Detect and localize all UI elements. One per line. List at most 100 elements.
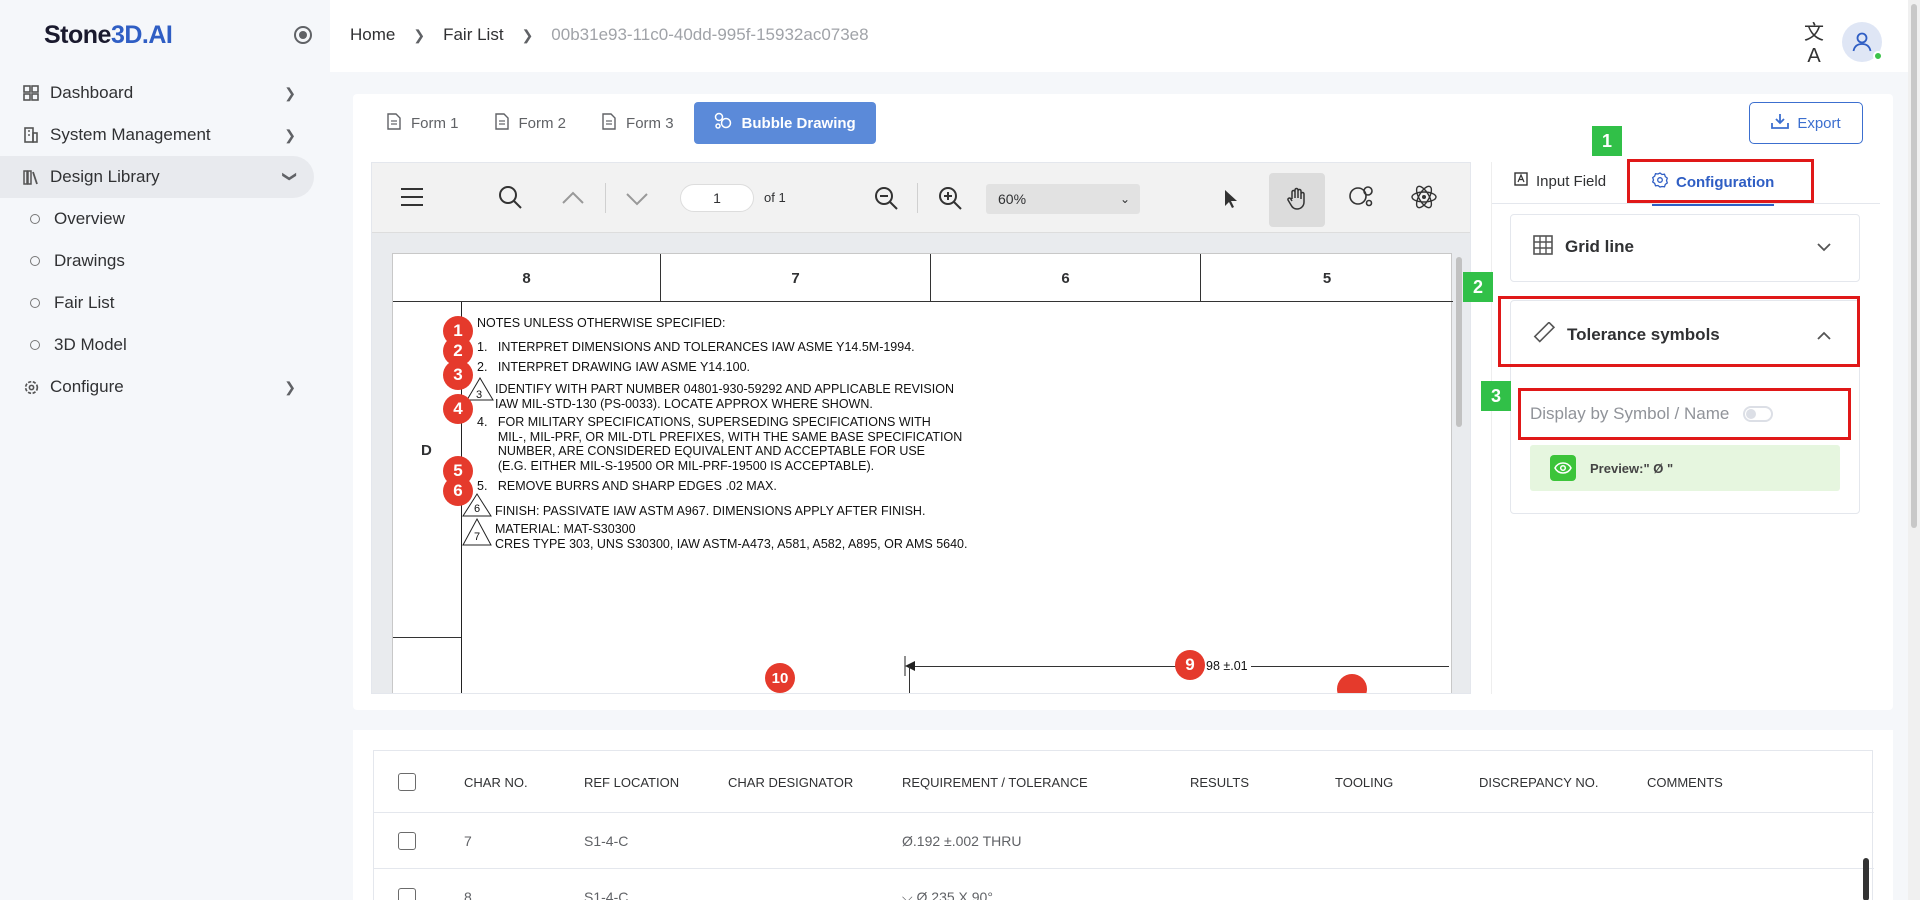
menu-icon[interactable] [400,187,424,207]
bubbles-icon [714,112,732,134]
sidebar-sub-fair-list[interactable]: Fair List [0,282,330,324]
document-icon [602,112,616,134]
chevron-down-icon[interactable] [626,193,648,206]
viewer-scrollbar[interactable] [1456,239,1464,693]
app-logo[interactable]: Stone 3D.AI [44,20,173,50]
sidebar-item-design-library[interactable]: Design Library ❯ [0,156,314,198]
column-header[interactable]: DISCREPANCY NO. [1479,775,1598,790]
row-checkbox[interactable] [398,832,416,850]
collapse-sidebar-icon[interactable] [294,26,312,44]
sidebar-item-system-management[interactable]: System Management ❯ [0,114,314,156]
column-header[interactable]: RESULTS [1190,775,1249,790]
top-header: Home ❯ Fair List ❯ 00b31e93-11c0-40dd-99… [330,0,1920,72]
chevron-right-icon: ❯ [284,85,296,101]
translate-icon[interactable]: 文A [1800,16,1828,68]
tab-label: Form 1 [411,114,459,132]
sidebar: Stone 3D.AI Dashboard ❯ System Management… [0,0,330,900]
zoom-out-icon[interactable] [874,186,898,210]
column-header[interactable]: CHAR DESIGNATOR [728,775,853,790]
grid-line-section[interactable]: Grid line [1510,214,1860,282]
characteristics-table-card: CHAR NO. REF LOCATION CHAR DESIGNATOR RE… [353,730,1893,900]
bubble-marker[interactable]: 4 [443,394,473,424]
chevron-up-icon[interactable] [562,191,584,204]
page-scrollbar[interactable] [1908,0,1920,900]
user-icon [1852,32,1872,52]
note-1: 1. INTERPRET DIMENSIONS AND TOLERANCES I… [477,340,915,354]
highlight-tolerance-symbols [1498,296,1860,367]
page-number-input[interactable]: 1 [680,184,754,212]
viewer-scrollbar-thumb[interactable] [1456,257,1462,427]
gear-icon [22,378,40,396]
header-actions: 文A [1800,16,1883,68]
row-checkbox[interactable] [398,888,416,900]
breadcrumb-fair-list[interactable]: Fair List [443,25,503,45]
tab-label: Form 2 [518,114,567,132]
cell-requirement: Ø.192 ±.002 THRU [902,833,1022,849]
note-2: 2. INTERPRET DRAWING IAW ASME Y14.100. [477,360,750,374]
note-7-number: 7 [474,531,481,543]
bubble-marker[interactable] [1337,674,1367,693]
note-7: MATERIAL: MAT-S30300 CRES TYPE 303, UNS … [495,522,968,551]
breadcrumb-current: 00b31e93-11c0-40dd-995f-15932ac073e8 [551,25,869,44]
online-status-dot [1873,51,1883,61]
sidebar-item-label: Configure [50,377,124,396]
bubble-marker[interactable]: 10 [765,663,795,693]
atom-icon[interactable] [1410,183,1438,211]
form-tabs: Form 1 Form 2 Form 3 Bubble Drawing [371,102,880,144]
table-row[interactable]: 8 S1-4-C ⌵ Ø.235 X 90° [374,869,1874,900]
zone-label: 8 [393,254,661,302]
tab-form-2[interactable]: Form 2 [479,102,583,144]
zoom-select[interactable]: 60% ⌄ [986,184,1140,214]
document-icon [387,112,401,134]
characteristics-table: CHAR NO. REF LOCATION CHAR DESIGNATOR RE… [373,750,1874,900]
sidebar-item-dashboard[interactable]: Dashboard ❯ [0,72,314,114]
column-header[interactable]: CHAR NO. [464,775,528,790]
select-all-checkbox[interactable] [398,773,416,791]
table-scrollbar-thumb[interactable] [1863,858,1869,900]
bubbles-icon[interactable] [1348,185,1374,209]
logo-text-part1: Stone [44,20,111,49]
breadcrumb-home[interactable]: Home [350,25,395,45]
grid-line-header[interactable]: Grid line [1511,215,1859,279]
toolbar-divider [917,183,918,213]
export-label: Export [1797,114,1841,132]
page-scrollbar-thumb[interactable] [1911,4,1917,528]
sidebar-sub-label: Drawings [54,251,125,270]
dimension-arrow-icon [904,656,915,676]
building-icon [22,126,40,144]
column-header[interactable]: COMMENTS [1647,775,1723,790]
pointer-icon[interactable] [1224,189,1238,209]
sidebar-item-configure[interactable]: Configure ❯ [0,366,314,408]
sidebar-sub-drawings[interactable]: Drawings [0,240,330,282]
bubble-marker[interactable]: 3 [443,360,473,390]
cell-char-no: 7 [464,833,472,849]
tab-label: Form 3 [626,114,674,132]
breadcrumb: Home ❯ Fair List ❯ 00b31e93-11c0-40dd-99… [350,25,869,45]
tab-form-1[interactable]: Form 1 [371,102,475,144]
sidebar-sub-3d-model[interactable]: 3D Model [0,324,330,366]
column-header[interactable]: TOOLING [1335,775,1393,790]
sidebar-sub-label: 3D Model [54,335,127,354]
avatar[interactable] [1842,22,1883,62]
preview-box: Preview:" Ø " [1530,445,1840,491]
note-3: IDENTIFY WITH PART NUMBER 04801-930-5929… [495,382,954,411]
note-6-number: 6 [474,503,481,515]
zone-header-row: 8 7 6 5 [393,254,1453,302]
tab-bubble-drawing[interactable]: Bubble Drawing [693,102,876,144]
drawing-sheet[interactable]: 8 7 6 5 D NOTES UNLESS OTHERWISE SPECIFI… [392,253,1453,693]
sidebar-sub-overview[interactable]: Overview [0,198,330,240]
bubble-marker[interactable]: 6 [443,476,473,506]
export-button[interactable]: Export [1749,102,1863,144]
hand-icon[interactable] [1285,187,1309,211]
logo-text-part2: 3D.AI [110,20,173,49]
tab-input-field[interactable]: Input Field [1514,172,1606,190]
tab-form-3[interactable]: Form 3 [586,102,690,144]
bubble-marker[interactable]: 9 [1175,650,1205,680]
search-icon[interactable] [498,185,522,209]
column-header[interactable]: REF LOCATION [584,775,679,790]
table-row[interactable]: 7 S1-4-C Ø.192 ±.002 THRU [374,813,1874,869]
toolbar-divider [605,183,606,213]
zoom-in-icon[interactable] [938,186,962,210]
column-header[interactable]: REQUIREMENT / TOLERANCE [902,775,1088,790]
cell-ref-location: S1-4-C [584,889,629,900]
